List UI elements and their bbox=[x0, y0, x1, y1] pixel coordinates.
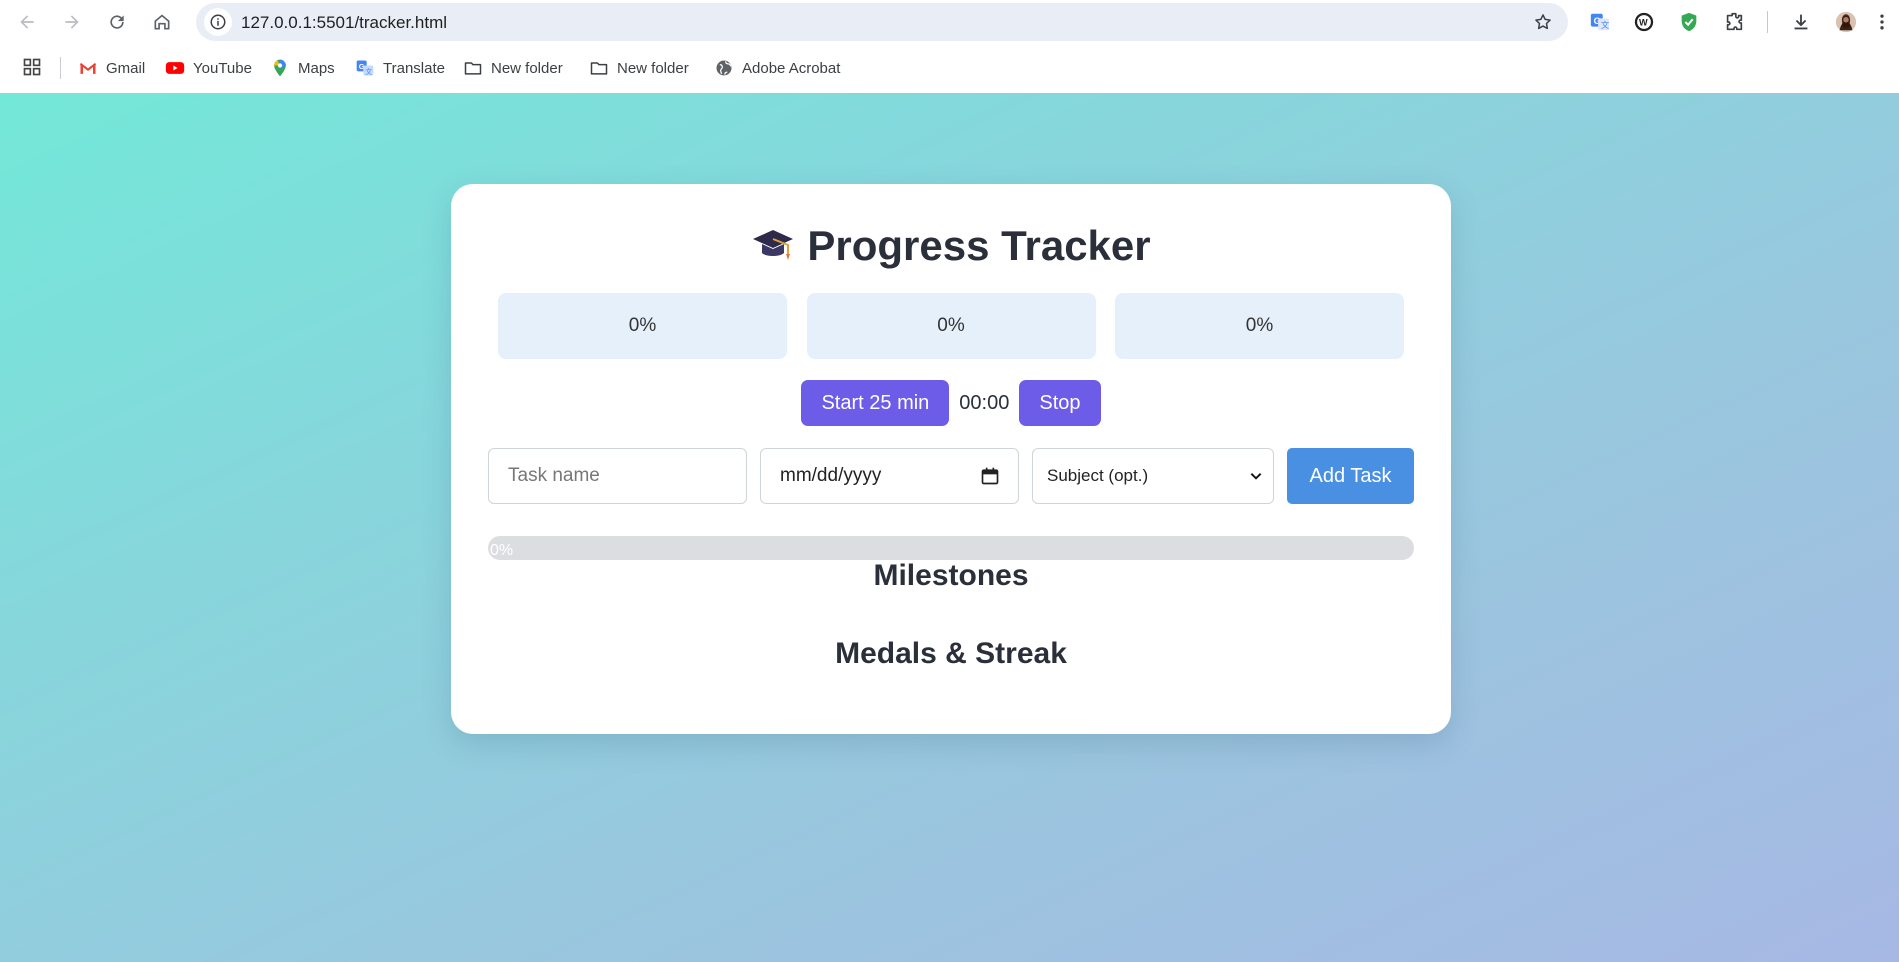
svg-text:文: 文 bbox=[365, 67, 372, 76]
translate-icon: G文 bbox=[356, 60, 374, 76]
bookmark-label: Translate bbox=[383, 59, 445, 77]
overall-progress-bar: 0% bbox=[488, 536, 1414, 560]
svg-text:W: W bbox=[1639, 18, 1648, 28]
bookmark-youtube[interactable]: YouTube bbox=[165, 57, 252, 79]
home-icon bbox=[154, 14, 170, 30]
more-vertical-icon bbox=[1880, 14, 1884, 30]
page-background: Progress Tracker 0% 0% 0% Start 25 min 0… bbox=[0, 93, 1899, 962]
svg-text:文: 文 bbox=[1601, 20, 1609, 30]
arrow-right-icon bbox=[65, 15, 79, 29]
subject-select[interactable]: Subject (opt.) bbox=[1032, 448, 1274, 504]
bookmark-label: New folder bbox=[491, 59, 563, 77]
tracker-card: Progress Tracker 0% 0% 0% Start 25 min 0… bbox=[451, 184, 1451, 734]
bookmark-label: New folder bbox=[617, 59, 689, 77]
globe-icon bbox=[716, 60, 732, 76]
bookmarks-bar: Gmail YouTube Maps G文 Translate New fold… bbox=[0, 43, 1899, 93]
calendar-icon[interactable] bbox=[980, 466, 1000, 486]
url-text[interactable]: 127.0.0.1:5501/tracker.html bbox=[241, 13, 447, 33]
bookmark-translate[interactable]: G文 Translate bbox=[355, 57, 445, 79]
pomodoro-timer: Start 25 min 00:00 Stop bbox=[451, 380, 1451, 426]
info-icon bbox=[210, 14, 226, 30]
stat-card-3: 0% bbox=[1115, 293, 1404, 359]
avatar bbox=[1835, 11, 1857, 33]
translate-extension-button[interactable]: G文 bbox=[1586, 8, 1614, 36]
forward-button[interactable] bbox=[57, 7, 87, 37]
subject-selected-value: Subject (opt.) bbox=[1047, 466, 1149, 485]
stats-row: 0% 0% 0% bbox=[498, 293, 1404, 359]
page-title: Progress Tracker bbox=[451, 222, 1451, 270]
reload-icon bbox=[110, 15, 124, 29]
add-task-button[interactable]: Add Task bbox=[1287, 448, 1414, 504]
bookmark-label: Gmail bbox=[106, 59, 146, 77]
extension-shield-button[interactable] bbox=[1675, 8, 1703, 36]
chrome-menu-button[interactable] bbox=[1872, 8, 1892, 36]
folder-icon bbox=[590, 62, 608, 75]
start-timer-button[interactable]: Start 25 min bbox=[801, 380, 950, 426]
site-info-button[interactable] bbox=[204, 8, 232, 36]
bookmark-maps[interactable]: Maps bbox=[270, 57, 335, 79]
stat-card-2: 0% bbox=[806, 293, 1096, 359]
due-date-input[interactable]: mm/dd/yyyy bbox=[760, 448, 1019, 504]
add-task-form: Task name mm/dd/yyyy Subject (opt.) Add … bbox=[488, 448, 1414, 504]
w-logo-icon: W bbox=[1634, 12, 1654, 32]
bookmarks-separator bbox=[60, 57, 61, 79]
bookmark-new-folder-1[interactable]: New folder bbox=[463, 57, 563, 79]
back-button[interactable] bbox=[12, 7, 42, 37]
maps-icon bbox=[274, 59, 286, 77]
bookmark-adobe-acrobat[interactable]: Adobe Acrobat bbox=[714, 57, 840, 79]
folder-icon bbox=[464, 62, 482, 75]
chevron-down-icon bbox=[1250, 473, 1262, 480]
bookmark-star-icon[interactable] bbox=[1533, 12, 1553, 32]
youtube-icon bbox=[165, 62, 185, 74]
medals-streak-heading: Medals & Streak bbox=[835, 637, 1067, 670]
toolbar-divider bbox=[1767, 11, 1768, 33]
bookmark-label: Maps bbox=[298, 59, 335, 77]
google-translate-icon: G文 bbox=[1590, 13, 1610, 31]
extension-w-button[interactable]: W bbox=[1630, 8, 1658, 36]
reload-button[interactable] bbox=[102, 7, 132, 37]
progress-label: 0% bbox=[490, 542, 514, 559]
bookmark-label: YouTube bbox=[193, 59, 252, 77]
stat-card-1: 0% bbox=[498, 293, 787, 359]
extensions-button[interactable] bbox=[1720, 8, 1748, 36]
bookmark-gmail[interactable]: Gmail bbox=[78, 57, 145, 79]
task-name-input[interactable]: Task name bbox=[488, 448, 747, 504]
milestones-heading: Milestones bbox=[873, 559, 1029, 592]
timer-display: 00:00 bbox=[959, 391, 1010, 414]
shield-check-icon bbox=[1681, 12, 1697, 32]
page-title-text: Progress Tracker bbox=[807, 222, 1151, 269]
download-icon bbox=[1794, 14, 1808, 30]
home-button[interactable] bbox=[147, 7, 177, 37]
arrow-left-icon bbox=[20, 15, 34, 29]
apps-grid-icon[interactable] bbox=[22, 57, 42, 77]
browser-toolbar: 127.0.0.1:5501/tracker.html G文 W bbox=[0, 0, 1899, 43]
gmail-icon bbox=[79, 63, 97, 74]
profile-button[interactable] bbox=[1832, 8, 1860, 36]
bookmark-label: Adobe Acrobat bbox=[742, 59, 841, 77]
downloads-button[interactable] bbox=[1787, 8, 1815, 36]
task-name-placeholder: Task name bbox=[508, 465, 600, 486]
stop-timer-button[interactable]: Stop bbox=[1019, 380, 1101, 426]
graduation-cap-icon bbox=[753, 230, 794, 260]
address-bar[interactable]: 127.0.0.1:5501/tracker.html bbox=[196, 3, 1568, 41]
due-date-placeholder: mm/dd/yyyy bbox=[780, 465, 882, 486]
bookmark-new-folder-2[interactable]: New folder bbox=[589, 57, 689, 79]
puzzle-icon bbox=[1726, 12, 1743, 31]
